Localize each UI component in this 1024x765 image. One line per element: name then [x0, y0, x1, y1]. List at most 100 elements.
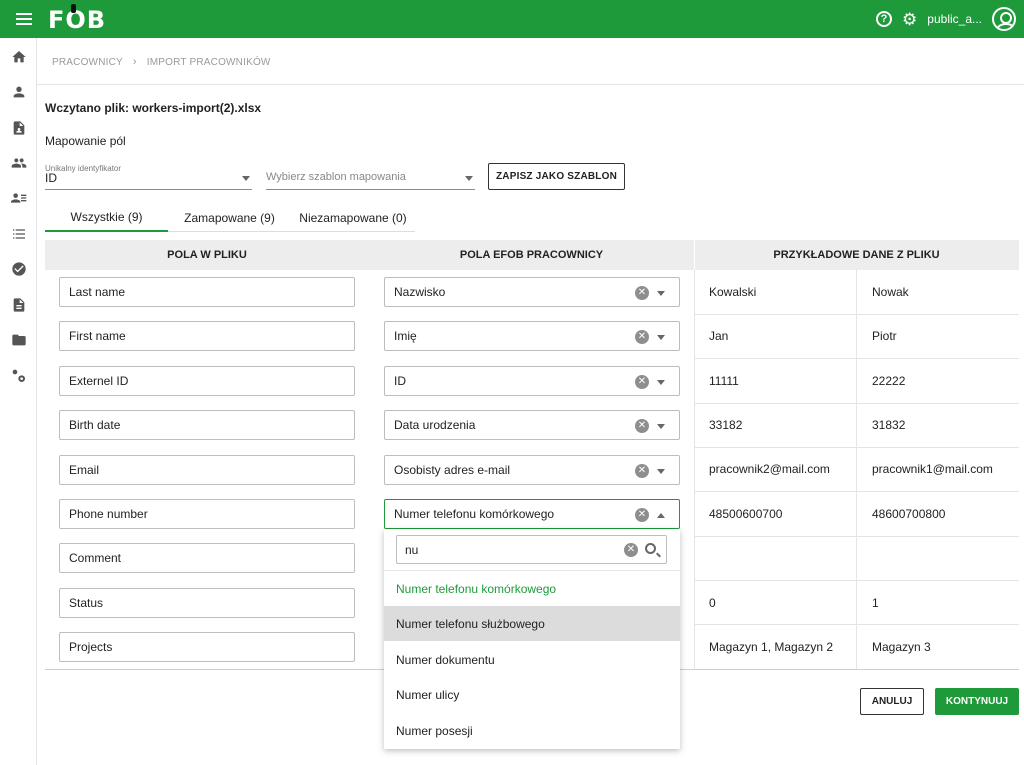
sample-value: 22222 — [872, 374, 906, 388]
row-divider — [694, 403, 1019, 404]
tab-mapped[interactable]: Zamapowane (9) — [168, 204, 291, 232]
file-field-input[interactable]: Last name — [59, 277, 355, 307]
efob-field-select[interactable]: Numer telefonu komórkowego ✕ — [384, 499, 680, 529]
avatar-icon[interactable] — [992, 7, 1016, 31]
clear-icon[interactable]: ✕ — [635, 419, 649, 433]
efob-field-value: Numer telefonu komórkowego — [394, 507, 555, 521]
file-field-input[interactable]: Birth date — [59, 410, 355, 440]
header-efob-fields: POLA EFOB PRACOWNICY — [459, 249, 604, 261]
dropdown-option[interactable]: Numer telefonu komórkowego — [384, 571, 680, 606]
efob-field-value: Imię — [394, 329, 417, 343]
dropdown-option[interactable]: Numer telefonu służbowego — [384, 606, 680, 641]
row-divider — [694, 624, 1019, 625]
chevron-down-icon[interactable] — [657, 291, 665, 296]
efob-field-value: Data urodzenia — [394, 418, 476, 432]
template-select[interactable]: Wybierz szablon mapowania — [266, 164, 475, 190]
efob-field-value: Nazwisko — [394, 285, 446, 299]
header-divider — [694, 240, 695, 270]
search-value: nu — [405, 542, 419, 557]
folder-icon[interactable] — [10, 331, 27, 348]
side-nav — [0, 38, 37, 765]
file-field-input[interactable]: First name — [59, 321, 355, 351]
top-bar: FOB ? ⚙ public_a... — [0, 0, 1024, 38]
mapping-label: Mapowanie pól — [45, 134, 126, 148]
dropdown-option[interactable]: Numer ulicy — [384, 677, 680, 712]
clear-icon[interactable]: ✕ — [635, 330, 649, 344]
group-icon[interactable] — [10, 154, 27, 171]
list-icon[interactable] — [10, 225, 27, 242]
clear-icon[interactable]: ✕ — [635, 286, 649, 300]
chevron-down-icon[interactable] — [657, 380, 665, 385]
cancel-button[interactable]: ANULUJ — [860, 688, 924, 715]
dropdown-option[interactable]: Numer posesji — [384, 713, 680, 748]
row-divider — [694, 447, 1019, 448]
table-header: POLA W PLIKU POLA EFOB PRACOWNICY PRZYKŁ… — [45, 240, 1019, 270]
efob-field-value: ID — [394, 374, 406, 388]
breadcrumb-employees[interactable]: PRACOWNICY — [52, 57, 123, 68]
efob-field-select[interactable]: Imię ✕ — [384, 321, 680, 351]
settings-cogs-icon[interactable] — [10, 367, 27, 384]
chevron-down-icon[interactable] — [657, 424, 665, 429]
row-divider — [694, 358, 1019, 359]
tab-all[interactable]: Wszystkie (9) — [45, 204, 168, 232]
sample-value: 31832 — [872, 418, 906, 432]
efob-field-select[interactable]: Nazwisko ✕ — [384, 277, 680, 307]
dropdown-option[interactable]: Numer dokumentu — [384, 642, 680, 677]
sample-value: pracownik2@mail.com — [709, 462, 830, 476]
sample-value: Nowak — [872, 285, 909, 299]
dropdown-search-input[interactable]: nu ✕ — [396, 535, 667, 564]
sample-value: pracownik1@mail.com — [872, 462, 993, 476]
divider — [37, 84, 1024, 85]
breadcrumb: PRACOWNICY › IMPORT PRACOWNIKÓW — [52, 56, 271, 68]
row-divider — [694, 314, 1019, 315]
header-file-fields: POLA W PLIKU — [167, 249, 247, 261]
chevron-down-icon[interactable] — [657, 469, 665, 474]
sample-value: 0 — [709, 596, 716, 610]
efob-field-select[interactable]: Data urodzenia ✕ — [384, 410, 680, 440]
sample-value: Piotr — [872, 329, 897, 343]
sample-value: 48500600700 — [709, 507, 783, 521]
file-field-input[interactable]: Email — [59, 455, 355, 485]
save-template-button[interactable]: ZAPISZ JAKO SZABLON — [488, 163, 625, 190]
app-logo[interactable]: FOB — [48, 4, 106, 34]
filter-tabs: Wszystkie (9) Zamapowane (9) Niezamapowa… — [45, 204, 415, 232]
chevron-up-icon[interactable] — [657, 513, 665, 518]
person-document-icon[interactable] — [10, 119, 27, 136]
efob-field-select[interactable]: Osobisty adres e-mail ✕ — [384, 455, 680, 485]
efob-field-select[interactable]: ID ✕ — [384, 366, 680, 396]
row-divider — [694, 580, 1019, 581]
document-icon[interactable] — [10, 296, 27, 313]
person-icon[interactable] — [10, 83, 27, 100]
clear-icon[interactable]: ✕ — [624, 543, 638, 557]
menu-icon[interactable] — [16, 13, 32, 25]
file-field-input[interactable]: Status — [59, 588, 355, 618]
sample-value: 1 — [872, 596, 879, 610]
breadcrumb-import: IMPORT PRACOWNIKÓW — [146, 56, 271, 68]
gear-icon[interactable]: ⚙ — [902, 11, 917, 28]
template-placeholder: Wybierz szablon mapowania — [266, 171, 406, 183]
tab-unmapped[interactable]: Niezamapowane (0) — [291, 204, 415, 232]
file-field-input[interactable]: Projects — [59, 632, 355, 662]
home-icon[interactable] — [10, 48, 27, 65]
sample-value: Kowalski — [709, 285, 757, 299]
check-circle-icon[interactable] — [10, 260, 27, 277]
chevron-down-icon — [465, 176, 473, 181]
user-name[interactable]: public_a... — [927, 12, 982, 26]
chevron-down-icon[interactable] — [657, 335, 665, 340]
row-divider — [694, 491, 1019, 492]
sample-value: 48600700800 — [872, 507, 946, 521]
search-icon — [645, 543, 656, 554]
help-icon[interactable]: ? — [876, 11, 893, 27]
continue-button[interactable]: KONTYNUUJ — [935, 688, 1019, 715]
person-list-icon[interactable] — [10, 189, 27, 206]
clear-icon[interactable]: ✕ — [635, 375, 649, 389]
sample-value: Magazyn 1, Magazyn 2 — [709, 640, 834, 654]
identifier-value: ID — [45, 171, 57, 185]
file-field-input[interactable]: Phone number — [59, 499, 355, 529]
efob-field-value: Osobisty adres e-mail — [394, 463, 511, 477]
file-field-input[interactable]: Externel ID — [59, 366, 355, 396]
clear-icon[interactable]: ✕ — [635, 508, 649, 522]
identifier-select[interactable]: Unikalny identyfikator ID — [45, 164, 252, 190]
file-field-input[interactable]: Comment — [59, 543, 355, 573]
clear-icon[interactable]: ✕ — [635, 464, 649, 478]
